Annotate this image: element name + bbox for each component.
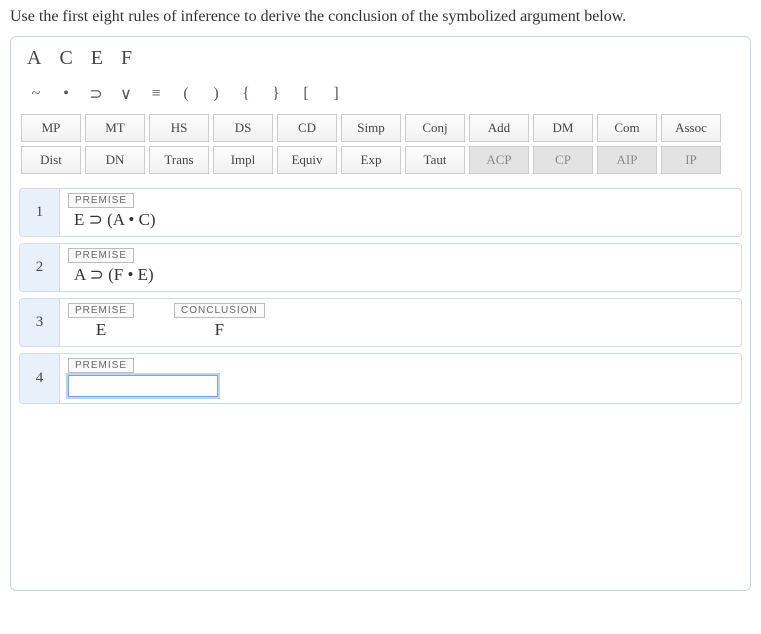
rule-mp[interactable]: MP [21,114,81,142]
sym-tilde[interactable]: ~ [21,83,51,105]
sym-lparen[interactable]: ( [171,83,201,105]
rule-conj[interactable]: Conj [405,114,465,142]
premise-tag: PREMISE [68,303,134,318]
var-A[interactable]: A [27,47,41,70]
rule-acp[interactable]: ACP [469,146,529,174]
sym-rbracket[interactable]: ] [321,83,351,105]
sym-wedge[interactable]: ∨ [111,82,141,106]
line-number: 4 [20,354,60,403]
proof-lines: 1 PREMISE E ⊃ (A • C) 2 PREMISE A ⊃ (F •… [11,184,750,590]
sym-lbrace[interactable]: { [231,83,261,105]
rule-mt[interactable]: MT [85,114,145,142]
formula: A ⊃ (F • E) [68,265,160,285]
rule-dn[interactable]: DN [85,146,145,174]
proof-line-2[interactable]: 2 PREMISE A ⊃ (F • E) [19,243,742,292]
sym-rparen[interactable]: ) [201,83,231,105]
rule-ip[interactable]: IP [661,146,721,174]
var-C[interactable]: C [59,47,72,70]
premise-tag: PREMISE [68,358,134,373]
formula-input[interactable] [68,375,218,397]
proof-line-3[interactable]: 3 PREMISE E CONCLUSION F [19,298,742,347]
formula: E ⊃ (A • C) [68,210,162,230]
proof-line-4[interactable]: 4 PREMISE [19,353,742,404]
rule-taut[interactable]: Taut [405,146,465,174]
formula: E [68,320,134,340]
var-E[interactable]: E [91,47,103,70]
conclusion-tag: CONCLUSION [174,303,265,318]
rule-hs[interactable]: HS [149,114,209,142]
conclusion-formula: F [174,320,265,340]
premise-tag: PREMISE [68,193,134,208]
rule-exp[interactable]: Exp [341,146,401,174]
rule-dist[interactable]: Dist [21,146,81,174]
rule-palette: MP MT HS DS CD Simp Conj Add DM Com Asso… [11,112,750,184]
rule-simp[interactable]: Simp [341,114,401,142]
rule-ds[interactable]: DS [213,114,273,142]
instruction-text: Use the first eight rules of inference t… [10,8,751,26]
premise-tag: PREMISE [68,248,134,263]
proof-canvas: A C E F ~ • ⊃ ∨ ≡ ( ) { } [ ] MP MT HS D… [10,36,751,591]
rule-cd[interactable]: CD [277,114,337,142]
sym-horseshoe[interactable]: ⊃ [81,82,111,106]
rule-equiv[interactable]: Equiv [277,146,337,174]
rule-aip[interactable]: AIP [597,146,657,174]
rule-trans[interactable]: Trans [149,146,209,174]
rule-add[interactable]: Add [469,114,529,142]
sym-lbracket[interactable]: [ [291,83,321,105]
line-number: 3 [20,299,60,346]
sym-rbrace[interactable]: } [261,83,291,105]
rule-dm[interactable]: DM [533,114,593,142]
rule-impl[interactable]: Impl [213,146,273,174]
sym-equiv[interactable]: ≡ [141,83,171,105]
line-number: 1 [20,189,60,236]
symbol-palette: ~ • ⊃ ∨ ≡ ( ) { } [ ] [11,78,750,112]
proof-line-1[interactable]: 1 PREMISE E ⊃ (A • C) [19,188,742,237]
rule-cp[interactable]: CP [533,146,593,174]
variable-palette: A C E F [11,37,750,78]
line-number: 2 [20,244,60,291]
rule-assoc[interactable]: Assoc [661,114,721,142]
sym-dot[interactable]: • [51,83,81,105]
var-F[interactable]: F [121,47,132,70]
rule-com[interactable]: Com [597,114,657,142]
